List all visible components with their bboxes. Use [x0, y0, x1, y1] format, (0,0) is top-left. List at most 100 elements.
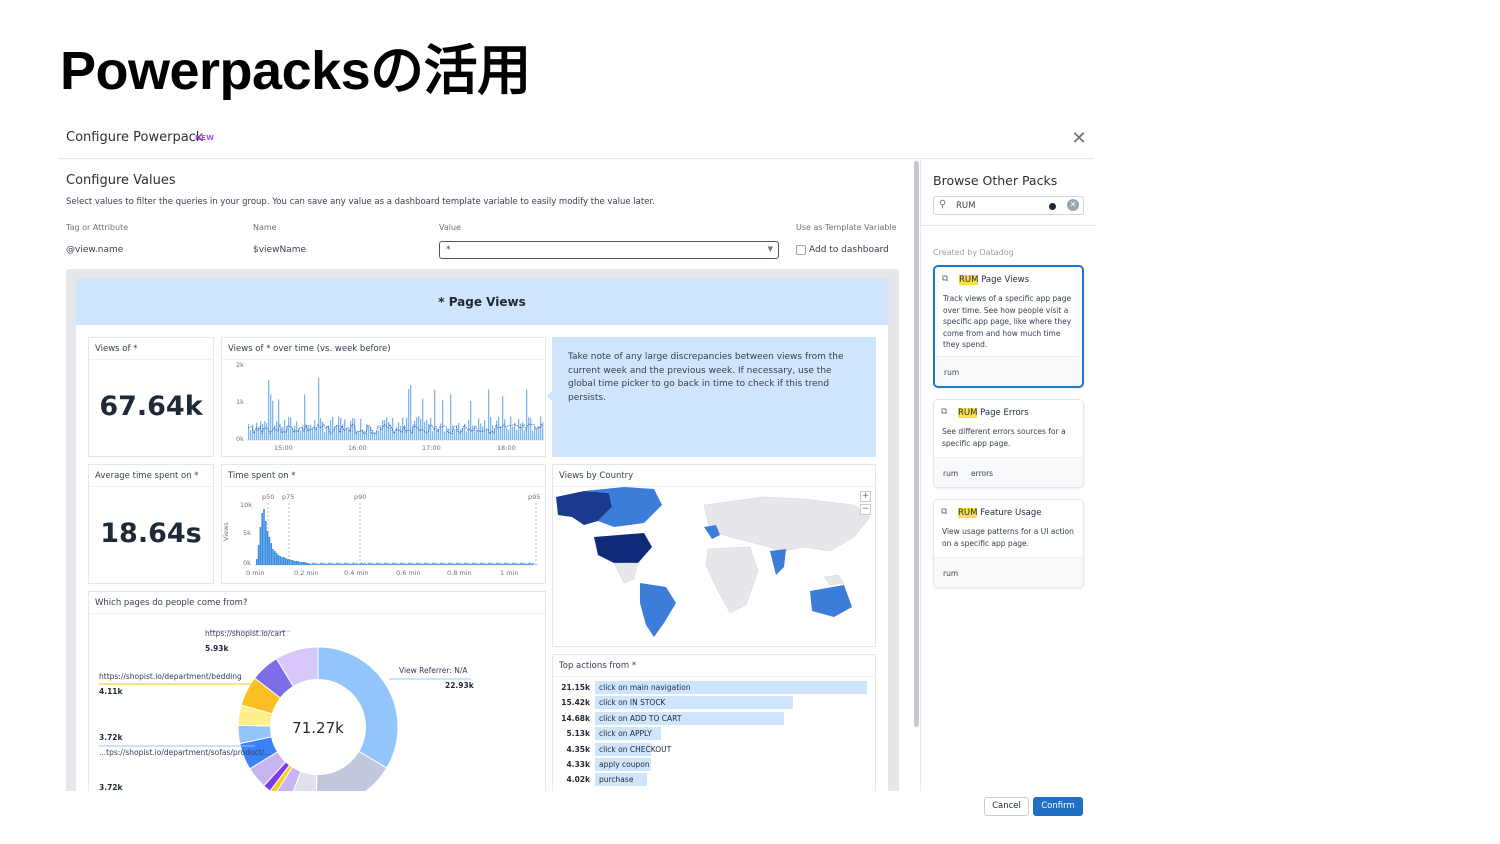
- ts-bar: [390, 426, 392, 440]
- dist-bar: [390, 564, 392, 565]
- distribution-widget-title: Time spent on *: [228, 471, 296, 481]
- dist-bar: [433, 562, 435, 565]
- ts-x-tick: 15:00: [274, 444, 293, 452]
- pie-label-value: 3.72k: [99, 733, 124, 742]
- ts-bar: [436, 429, 438, 440]
- cancel-button[interactable]: Cancel: [984, 797, 1029, 816]
- action-label: click on ADD TO CART: [599, 713, 682, 723]
- dist-bar: [495, 563, 497, 565]
- ts-bar: [482, 426, 484, 440]
- pack-card-page-errors[interactable]: ⧉ RUM Page Errors See different errors s…: [933, 399, 1084, 488]
- note-arrow: [547, 391, 552, 401]
- pack-tag: errors: [971, 469, 994, 478]
- australia-region: [810, 585, 852, 617]
- scrollbar-thumb[interactable]: [914, 161, 919, 727]
- zoom-in-button[interactable]: +: [860, 491, 871, 502]
- dist-bar: [401, 562, 403, 565]
- ts-bar: [376, 430, 378, 440]
- ts-bar: [272, 400, 274, 440]
- ts-bar: [540, 416, 542, 440]
- dist-x-tick: 0.4 min: [344, 569, 369, 577]
- pack-description: See different errors sources for a speci…: [942, 427, 1066, 448]
- ts-bar: [414, 420, 416, 440]
- ts-bar: [408, 389, 410, 440]
- ts-bar: [318, 377, 320, 440]
- ts-bar: [324, 431, 326, 440]
- pie-label-name: ...tps://shopist.io/department/sofas/pro…: [99, 748, 271, 757]
- widget-divider: [89, 486, 213, 487]
- dist-bar: [383, 563, 385, 565]
- dist-bar: [428, 562, 430, 565]
- dist-bar: [321, 562, 323, 565]
- dist-bar: [514, 563, 516, 565]
- action-label: click on APPLY: [599, 729, 652, 739]
- pack-name-highlight: RUM: [958, 508, 978, 518]
- action-label: purchase: [599, 775, 634, 785]
- dist-bar: [500, 562, 502, 565]
- ts-bar: [480, 423, 482, 440]
- dist-y-tick: 10k: [240, 501, 252, 509]
- ts-bar: [250, 430, 252, 440]
- value-select[interactable]: * ▼: [439, 241, 779, 259]
- ts-bar: [248, 424, 250, 440]
- dist-bar: [316, 562, 318, 565]
- indonesia-region: [823, 574, 845, 586]
- ts-bar: [446, 429, 448, 440]
- dist-bar: [301, 562, 303, 565]
- india-region: [770, 549, 786, 575]
- pack-card-page-views[interactable]: ⧉ RUM Page Views Track views of a specif…: [933, 265, 1084, 388]
- pack-tag: rum: [943, 569, 959, 578]
- dist-bar: [503, 563, 505, 565]
- dist-bar: [385, 562, 387, 565]
- header-name: Name: [253, 223, 277, 232]
- dist-bar: [268, 537, 271, 565]
- dist-bar: [374, 564, 376, 565]
- dist-bar: [498, 563, 500, 565]
- search-input[interactable]: ⚲ RUM ✕: [933, 196, 1084, 215]
- pack-name-rest: Page Errors: [977, 408, 1029, 418]
- dist-marker-label: p50: [262, 493, 274, 501]
- zoom-out-button[interactable]: −: [860, 504, 871, 515]
- ts-bar: [440, 423, 442, 440]
- ts-bar: [498, 416, 500, 440]
- ts-bar: [356, 431, 358, 440]
- pack-tags: rum: [934, 557, 1083, 587]
- dist-bar: [326, 564, 328, 565]
- ts-bar: [502, 395, 504, 440]
- dist-marker-label: p90: [354, 493, 366, 501]
- ts-bar: [496, 420, 498, 440]
- add-to-dashboard-checkbox[interactable]: [796, 245, 806, 255]
- pack-description: Track views of a specific app page over …: [943, 294, 1072, 349]
- ts-bar: [410, 385, 412, 440]
- referrer-pie-widget-title: Which pages do people come from?: [95, 598, 248, 608]
- views-widget-title: Views of *: [95, 344, 138, 354]
- confirm-button[interactable]: Confirm: [1033, 797, 1083, 816]
- dist-bar: [506, 563, 508, 565]
- ts-bar: [432, 431, 434, 440]
- dist-bar: [489, 562, 491, 565]
- ts-bar: [348, 429, 350, 440]
- dist-bar: [266, 531, 269, 565]
- world-map[interactable]: [554, 487, 876, 647]
- dist-bar: [447, 563, 449, 565]
- close-icon[interactable]: ✕: [1068, 128, 1090, 150]
- clear-search-icon[interactable]: ✕: [1067, 199, 1079, 211]
- dist-bar: [457, 562, 459, 565]
- dist-marker-label: p95: [528, 493, 540, 501]
- pack-name-highlight: RUM: [958, 408, 978, 418]
- action-row: 4.35k click on CHECKOUT: [553, 742, 877, 756]
- ts-bar: [258, 427, 260, 440]
- dist-bar: [490, 563, 492, 565]
- pack-card-feature-usage[interactable]: ⧉ RUM Feature Usage View usage patterns …: [933, 499, 1084, 588]
- ts-bar: [284, 419, 286, 440]
- pie-label-value: 22.93k: [445, 681, 475, 690]
- ts-bar: [312, 427, 314, 440]
- ts-bar: [424, 421, 426, 440]
- usa-region: [594, 533, 652, 563]
- ts-bar: [438, 429, 440, 440]
- modal-header: Configure Powerpack NEW ✕: [58, 118, 1094, 159]
- central-america-region: [613, 562, 639, 584]
- ts-bar: [524, 430, 526, 440]
- scrollbar[interactable]: [912, 159, 920, 749]
- ts-bar: [510, 416, 512, 440]
